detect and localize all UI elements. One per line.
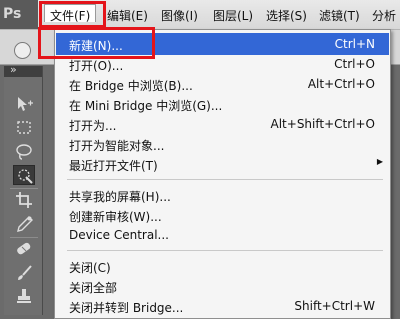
menu-edit[interactable]: 编辑(E) <box>107 7 148 24</box>
menu-item-browse-bridge[interactable]: 在 Bridge 中浏览(B)... Alt+Ctrl+O <box>56 73 389 95</box>
menu-layer[interactable]: 图层(L) <box>213 7 253 24</box>
menu-item-label: 打开为智能对象... <box>69 139 165 153</box>
tool-divider <box>10 188 38 189</box>
menu-item-shortcut: Shift+Ctrl+W <box>294 299 375 313</box>
menu-item-label: 关闭(C) <box>69 261 111 275</box>
menu-item-new[interactable]: 新建(N)... Ctrl+N <box>56 33 389 55</box>
menu-item-label: 创建新审核(W)... <box>69 210 162 224</box>
crop-tool-icon[interactable] <box>13 190 35 210</box>
menu-bar: Ps 文件(F) 编辑(E) 图像(I) 图层(L) 选择(S) 滤镜(T) 分… <box>0 0 400 30</box>
clone-stamp-tool-icon[interactable] <box>13 287 35 307</box>
menu-filter[interactable]: 滤镜(T) <box>319 7 360 24</box>
menu-item-label: 共享我的屏幕(H)... <box>69 190 171 204</box>
menu-item-label: Device Central... <box>69 228 169 242</box>
menu-item-shortcut: Alt+Ctrl+O <box>307 77 375 91</box>
menu-item-device-central[interactable]: Device Central... <box>56 224 389 246</box>
eyedropper-tool-icon[interactable] <box>13 214 35 234</box>
menu-item-create-review[interactable]: 创建新审核(W)... <box>56 204 389 226</box>
brush-tool-icon[interactable] <box>13 263 35 283</box>
menu-item-shortcut: Ctrl+O <box>334 57 375 71</box>
menu-item-close[interactable]: 关闭(C) <box>56 255 389 277</box>
menu-item-close-all[interactable]: 关闭全部 <box>56 275 389 297</box>
submenu-arrow-icon: ▶ <box>376 157 383 166</box>
menu-item-shortcut: Alt+Shift+Ctrl+O <box>270 117 375 131</box>
lasso-tool-icon[interactable] <box>13 142 35 162</box>
menu-item-label: 最近打开文件(T) <box>69 159 158 173</box>
menu-item-browse-mini-bridge[interactable]: 在 Mini Bridge 中浏览(G)... <box>56 93 389 115</box>
menu-item-open-smart-object[interactable]: 打开为智能对象... <box>56 133 389 155</box>
menu-select[interactable]: 选择(S) <box>266 7 307 24</box>
menu-separator <box>67 250 383 251</box>
menu-image[interactable]: 图像(I) <box>161 7 198 24</box>
file-menu-dropdown: 新建(N)... Ctrl+N 打开(O)... Ctrl+O 在 Bridge… <box>54 29 391 319</box>
menu-item-recent-files[interactable]: 最近打开文件(T) ▶ <box>56 153 389 175</box>
tools-panel: » <box>4 63 43 315</box>
menu-item-share-screen[interactable]: 共享我的屏幕(H)... <box>56 184 389 206</box>
move-tool-icon[interactable] <box>13 94 35 114</box>
logo-text: Ps <box>3 6 22 22</box>
tool-divider <box>10 237 38 238</box>
menu-item-label: 打开(O)... <box>69 59 124 73</box>
menu-separator <box>67 179 383 180</box>
menu-file[interactable]: 文件(F) <box>44 4 97 23</box>
menu-item-open[interactable]: 打开(O)... Ctrl+O <box>56 53 389 75</box>
menu-item-label: 在 Bridge 中浏览(B)... <box>69 79 193 93</box>
quick-selection-tool-icon[interactable] <box>13 165 35 185</box>
panel-collapse-bar[interactable]: » <box>4 63 42 77</box>
menu-item-close-go-to-bridge[interactable]: 关闭并转到 Bridge... Shift+Ctrl+W <box>56 295 389 317</box>
menu-item-label: 在 Mini Bridge 中浏览(G)... <box>69 99 223 113</box>
menu-item-label: 新建(N)... <box>69 39 123 53</box>
menu-item-shortcut: Ctrl+N <box>334 37 375 51</box>
marquee-tool-icon[interactable] <box>13 118 35 138</box>
menu-analysis[interactable]: 分析 <box>372 7 396 24</box>
menu-item-open-as[interactable]: 打开为... Alt+Shift+Ctrl+O <box>56 113 389 135</box>
menu-item-label: 打开为... <box>69 119 117 133</box>
healing-brush-tool-icon[interactable] <box>13 239 35 259</box>
photoshop-logo: Ps <box>0 0 38 29</box>
menu-item-label: 关闭全部 <box>69 281 118 295</box>
tool-preset-icon[interactable] <box>14 42 31 59</box>
menu-item-label: 关闭并转到 Bridge... <box>69 301 184 315</box>
